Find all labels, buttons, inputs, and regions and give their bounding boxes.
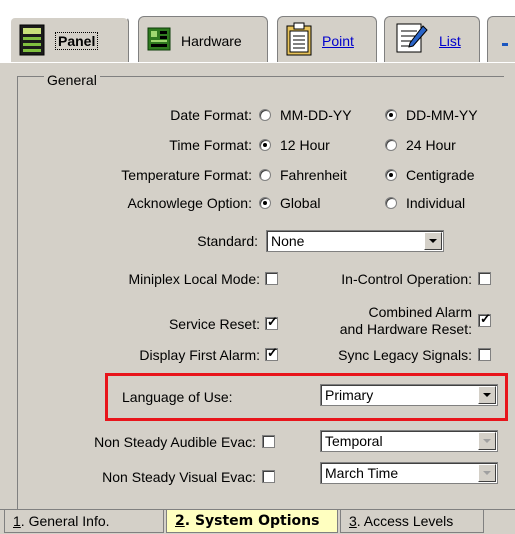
tab-access-levels[interactable]: 3. Access Levels [340, 510, 484, 533]
non-steady-audible-evac-checkbox[interactable] [262, 435, 275, 448]
radio-circle [385, 109, 397, 121]
combined-alarm-checkbox[interactable]: ✓ [478, 311, 491, 327]
acknowledge-global-radio[interactable]: Global [259, 194, 320, 212]
audible-evac-value: Temporal [325, 433, 383, 449]
non-steady-visual-evac-select[interactable]: March Time [320, 462, 498, 484]
radio-circle [259, 169, 271, 181]
radio-circle [259, 139, 271, 151]
standard-select-value: None [271, 233, 305, 249]
point-toolbar-button[interactable]: Point [277, 16, 377, 64]
check-icon: ✓ [267, 345, 278, 360]
display-first-alarm-checkbox[interactable]: ✓ [265, 345, 278, 361]
hardware-icon [147, 27, 171, 54]
tab-general-info[interactable]: 1. General Info. [4, 510, 164, 533]
panel-icon [19, 24, 45, 59]
non-steady-audible-evac-label: Non Steady Audible Evac: [94, 434, 256, 450]
combined-alarm-label-line1: Combined Alarm [368, 304, 473, 320]
list-icon [393, 22, 429, 59]
time-format-12hour-radio[interactable]: 12 Hour [259, 136, 330, 154]
general-group-title: General [44, 72, 100, 88]
date-format-ddmmyy-radio[interactable]: DD-MM-YY [385, 106, 478, 124]
radio-circle [259, 109, 271, 121]
panel-toolbar-button[interactable]: Panel [9, 16, 129, 64]
in-control-operation-label: In-Control Operation: [341, 271, 472, 287]
chevron-down-icon[interactable] [478, 464, 496, 482]
non-steady-visual-evac-checkbox[interactable] [262, 470, 275, 483]
acknowledge-individual-radio[interactable]: Individual [385, 194, 465, 212]
radio-circle [259, 197, 271, 209]
check-icon: ✓ [267, 314, 278, 329]
hardware-toolbar-button[interactable]: Hardware [138, 16, 268, 64]
temperature-centigrade-radio[interactable]: Centigrade [385, 166, 475, 184]
in-control-operation-checkbox[interactable] [478, 272, 491, 285]
check-icon: ✓ [480, 311, 491, 326]
combined-alarm-label-line2: and Hardware Reset: [339, 321, 472, 337]
non-steady-audible-evac-select[interactable]: Temporal [320, 430, 498, 452]
standard-select[interactable]: None [266, 230, 444, 252]
language-of-use-select[interactable]: Primary [320, 384, 498, 406]
visual-evac-value: March Time [325, 465, 399, 481]
point-button-label: Point [322, 32, 354, 49]
panel-button-label: Panel [55, 32, 99, 50]
chevron-down-icon[interactable] [478, 432, 496, 450]
miniplex-local-mode-label: Miniplex Local Mode: [128, 271, 260, 287]
display-first-alarm-label: Display First Alarm: [139, 347, 260, 363]
non-steady-visual-evac-label: Non Steady Visual Evac: [102, 469, 256, 485]
temperature-format-label: Temperature Format: [121, 167, 252, 183]
service-reset-checkbox[interactable]: ✓ [265, 314, 278, 330]
tab-system-options[interactable]: 2. System Options [166, 510, 338, 533]
radio-circle [385, 197, 397, 209]
sync-legacy-signals-label: Sync Legacy Signals: [338, 347, 472, 363]
list-toolbar-button[interactable]: List [384, 16, 480, 64]
chevron-down-icon[interactable] [424, 232, 442, 250]
bottom-tab-bar: 1. General Info. 2. System Options 3. Ac… [0, 509, 515, 534]
miniplex-local-mode-checkbox[interactable] [265, 272, 278, 285]
sync-legacy-signals-checkbox[interactable] [478, 348, 491, 361]
toolbar-overflow-edge [487, 16, 515, 65]
date-format-mmddyy-radio[interactable]: MM-DD-YY [259, 106, 352, 124]
radio-circle [385, 169, 397, 181]
language-of-use-value: Primary [325, 387, 374, 403]
chevron-down-icon[interactable] [478, 386, 496, 404]
list-button-label: List [439, 32, 461, 49]
time-format-label: Time Format: [169, 137, 252, 153]
language-of-use-label: Language of Use: [122, 389, 233, 405]
temperature-fahrenheit-radio[interactable]: Fahrenheit [259, 166, 347, 184]
acknowledge-option-label: Acknowlege Option: [127, 195, 252, 211]
time-format-24hour-radio[interactable]: 24 Hour [385, 136, 456, 154]
toolbar: Panel Hardware Point List [0, 0, 515, 70]
service-reset-label: Service Reset: [168, 316, 260, 332]
radio-circle [385, 139, 397, 151]
standard-label: Standard: [197, 233, 258, 249]
point-icon [286, 22, 312, 59]
date-format-label: Date Format: [170, 107, 252, 123]
hardware-button-label: Hardware [181, 32, 242, 49]
